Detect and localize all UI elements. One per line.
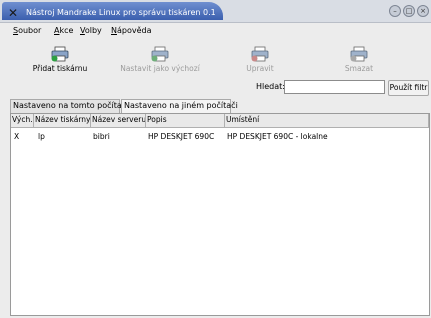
menu-label: olby [84, 26, 102, 35]
printer-list: Vých. Název tiskárny Název serveru Popis… [10, 113, 430, 316]
menu-label: oubor [18, 26, 42, 35]
menu-label: kce [59, 26, 74, 35]
title-tab[interactable]: ✕ Nástroj Mandrake Linux pro správu tisk… [2, 2, 223, 20]
cell-default: X [14, 132, 20, 141]
menu-akce[interactable]: Akce [54, 26, 73, 35]
set-default-button[interactable]: Nastavit jako výchozí [118, 46, 202, 73]
minimize-icon[interactable]: – [389, 5, 401, 17]
search-input[interactable] [284, 80, 385, 94]
printer-delete-icon [350, 46, 368, 62]
menu-soubor[interactable]: Soubor [13, 26, 41, 35]
menu-label: ápověda [116, 26, 152, 35]
menu-volby[interactable]: Volby [80, 26, 102, 35]
window-title: Nástroj Mandrake Linux pro správu tiskár… [26, 8, 216, 17]
menu-bar: Soubor Akce Volby Nápověda [0, 24, 431, 38]
cell-printer-name: lp [38, 132, 45, 141]
printer-add-icon [51, 46, 69, 62]
tab-remote[interactable]: Nastaveno na jiném počítači [121, 99, 238, 113]
search-label: Hledat: [256, 82, 285, 91]
column-header-default[interactable]: Vých. [11, 114, 34, 127]
column-header-printer-name[interactable]: Název tiskárny [34, 114, 91, 127]
cell-location: HP DESKJET 690C - lokalne [227, 132, 328, 141]
cell-description: HP DESKJET 690C [148, 132, 215, 141]
add-printer-button[interactable]: Přidat tiskárnu [30, 46, 90, 73]
apply-filter-button[interactable]: Použít filtr [388, 80, 429, 96]
app-x-icon[interactable]: ✕ [8, 6, 18, 20]
add-printer-label: Přidat tiskárnu [32, 64, 88, 73]
tab-local[interactable]: Nastaveno na tomto počítači [10, 99, 128, 113]
table-header: Vých. Název tiskárny Název serveru Popis… [11, 114, 429, 128]
column-header-description[interactable]: Popis [146, 114, 225, 127]
set-default-label: Nastavit jako výchozí [120, 64, 200, 73]
edit-printer-button[interactable]: Upravit [240, 46, 280, 73]
maximize-icon[interactable]: □ [403, 5, 415, 17]
menu-napoveda[interactable]: Nápověda [111, 26, 152, 35]
printer-edit-icon [251, 46, 269, 62]
title-bar: ✕ Nástroj Mandrake Linux pro správu tisk… [0, 0, 431, 23]
edit-printer-label: Upravit [246, 64, 274, 73]
cell-server-name: bibri [93, 132, 110, 141]
toolbar: Přidat tiskárnu Nastavit jako výchozí Up… [0, 46, 431, 78]
close-icon[interactable]: × [417, 5, 429, 17]
printer-default-icon [151, 46, 169, 62]
column-header-location[interactable]: Umístění [225, 114, 429, 127]
column-header-server-name[interactable]: Název serveru [91, 114, 146, 127]
delete-printer-button[interactable]: Smazat [339, 46, 379, 73]
delete-printer-label: Smazat [344, 64, 374, 73]
